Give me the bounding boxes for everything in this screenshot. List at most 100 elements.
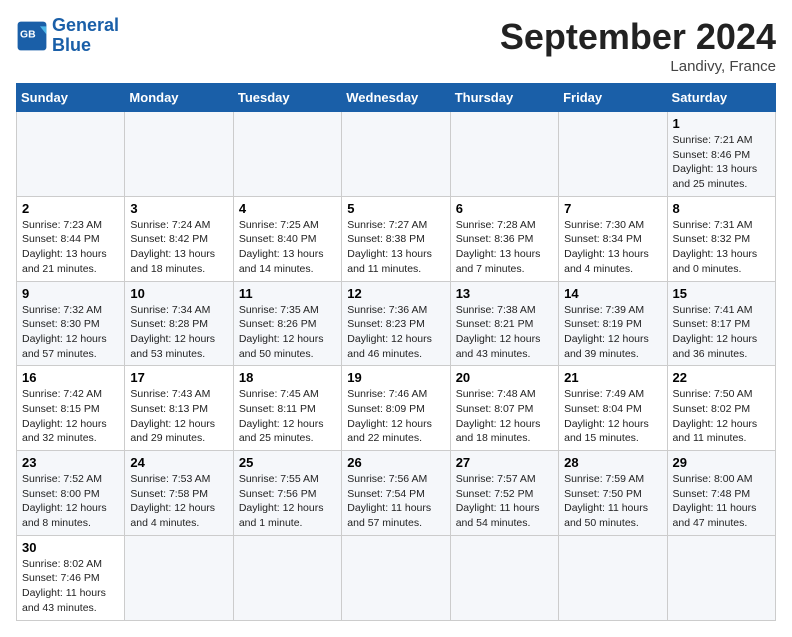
- day-info: Sunrise: 7:25 AMSunset: 8:40 PMDaylight:…: [239, 219, 324, 275]
- calendar-row-4: 16 Sunrise: 7:42 AMSunset: 8:15 PMDaylig…: [17, 366, 776, 451]
- header-saturday: Saturday: [667, 84, 775, 112]
- header-friday: Friday: [559, 84, 667, 112]
- day-info: Sunrise: 7:46 AMSunset: 8:09 PMDaylight:…: [347, 388, 432, 444]
- day-number: 11: [239, 286, 336, 301]
- calendar-cell: 6 Sunrise: 7:28 AMSunset: 8:36 PMDayligh…: [450, 196, 558, 281]
- calendar-cell: 11 Sunrise: 7:35 AMSunset: 8:26 PMDaylig…: [233, 281, 341, 366]
- day-info: Sunrise: 7:50 AMSunset: 8:02 PMDaylight:…: [673, 388, 758, 444]
- logo: GB General Blue: [16, 16, 119, 56]
- calendar-cell: 10 Sunrise: 7:34 AMSunset: 8:28 PMDaylig…: [125, 281, 233, 366]
- day-number: 12: [347, 286, 444, 301]
- day-number: 29: [673, 455, 770, 470]
- calendar-cell: [125, 112, 233, 197]
- calendar-cell: 15 Sunrise: 7:41 AMSunset: 8:17 PMDaylig…: [667, 281, 775, 366]
- day-info: Sunrise: 7:48 AMSunset: 8:07 PMDaylight:…: [456, 388, 541, 444]
- header-tuesday: Tuesday: [233, 84, 341, 112]
- calendar-cell: 19 Sunrise: 7:46 AMSunset: 8:09 PMDaylig…: [342, 366, 450, 451]
- header-monday: Monday: [125, 84, 233, 112]
- day-number: 28: [564, 455, 661, 470]
- day-number: 21: [564, 370, 661, 385]
- day-number: 16: [22, 370, 119, 385]
- day-number: 22: [673, 370, 770, 385]
- calendar-cell: [450, 535, 558, 620]
- day-info: Sunrise: 7:41 AMSunset: 8:17 PMDaylight:…: [673, 304, 758, 360]
- calendar-cell: [559, 535, 667, 620]
- logo-icon: GB: [16, 20, 48, 52]
- page-header: GB General Blue September 2024 Landivy, …: [16, 16, 776, 75]
- day-number: 17: [130, 370, 227, 385]
- day-info: Sunrise: 7:53 AMSunset: 7:58 PMDaylight:…: [130, 473, 215, 529]
- day-number: 13: [456, 286, 553, 301]
- day-number: 14: [564, 286, 661, 301]
- calendar-row-3: 9 Sunrise: 7:32 AMSunset: 8:30 PMDayligh…: [17, 281, 776, 366]
- calendar-cell: 25 Sunrise: 7:55 AMSunset: 7:56 PMDaylig…: [233, 451, 341, 536]
- day-info: Sunrise: 7:24 AMSunset: 8:42 PMDaylight:…: [130, 219, 215, 275]
- day-info: Sunrise: 7:42 AMSunset: 8:15 PMDaylight:…: [22, 388, 107, 444]
- calendar-cell: 22 Sunrise: 7:50 AMSunset: 8:02 PMDaylig…: [667, 366, 775, 451]
- calendar-row-2: 2 Sunrise: 7:23 AMSunset: 8:44 PMDayligh…: [17, 196, 776, 281]
- day-info: Sunrise: 7:21 AMSunset: 8:46 PMDaylight:…: [673, 134, 758, 190]
- day-number: 2: [22, 201, 119, 216]
- calendar-cell: 24 Sunrise: 7:53 AMSunset: 7:58 PMDaylig…: [125, 451, 233, 536]
- calendar-cell: 30 Sunrise: 8:02 AMSunset: 7:46 PMDaylig…: [17, 535, 125, 620]
- day-number: 19: [347, 370, 444, 385]
- calendar-cell: 3 Sunrise: 7:24 AMSunset: 8:42 PMDayligh…: [125, 196, 233, 281]
- calendar-table: Sunday Monday Tuesday Wednesday Thursday…: [16, 83, 776, 621]
- day-number: 23: [22, 455, 119, 470]
- svg-text:GB: GB: [20, 29, 36, 40]
- calendar-cell: [125, 535, 233, 620]
- logo-line2: Blue: [52, 35, 91, 55]
- calendar-cell: 12 Sunrise: 7:36 AMSunset: 8:23 PMDaylig…: [342, 281, 450, 366]
- day-info: Sunrise: 8:02 AMSunset: 7:46 PMDaylight:…: [22, 558, 106, 614]
- day-number: 1: [673, 116, 770, 131]
- calendar-cell: 26 Sunrise: 7:56 AMSunset: 7:54 PMDaylig…: [342, 451, 450, 536]
- calendar-cell: 8 Sunrise: 7:31 AMSunset: 8:32 PMDayligh…: [667, 196, 775, 281]
- month-title: September 2024: [500, 16, 776, 58]
- day-info: Sunrise: 7:52 AMSunset: 8:00 PMDaylight:…: [22, 473, 107, 529]
- day-number: 25: [239, 455, 336, 470]
- calendar-row-5: 23 Sunrise: 7:52 AMSunset: 8:00 PMDaylig…: [17, 451, 776, 536]
- day-info: Sunrise: 7:55 AMSunset: 7:56 PMDaylight:…: [239, 473, 324, 529]
- day-number: 10: [130, 286, 227, 301]
- calendar-cell: 23 Sunrise: 7:52 AMSunset: 8:00 PMDaylig…: [17, 451, 125, 536]
- calendar-cell: [17, 112, 125, 197]
- day-number: 9: [22, 286, 119, 301]
- calendar-cell: 1 Sunrise: 7:21 AMSunset: 8:46 PMDayligh…: [667, 112, 775, 197]
- calendar-cell: 28 Sunrise: 7:59 AMSunset: 7:50 PMDaylig…: [559, 451, 667, 536]
- calendar-cell: [342, 535, 450, 620]
- calendar-cell: 29 Sunrise: 8:00 AMSunset: 7:48 PMDaylig…: [667, 451, 775, 536]
- day-info: Sunrise: 7:31 AMSunset: 8:32 PMDaylight:…: [673, 219, 758, 275]
- calendar-cell: 16 Sunrise: 7:42 AMSunset: 8:15 PMDaylig…: [17, 366, 125, 451]
- day-info: Sunrise: 7:45 AMSunset: 8:11 PMDaylight:…: [239, 388, 324, 444]
- location: Landivy, France: [500, 58, 776, 75]
- calendar-row-1: 1 Sunrise: 7:21 AMSunset: 8:46 PMDayligh…: [17, 112, 776, 197]
- day-info: Sunrise: 7:39 AMSunset: 8:19 PMDaylight:…: [564, 304, 649, 360]
- calendar-cell: 13 Sunrise: 7:38 AMSunset: 8:21 PMDaylig…: [450, 281, 558, 366]
- day-info: Sunrise: 8:00 AMSunset: 7:48 PMDaylight:…: [673, 473, 757, 529]
- calendar-cell: 17 Sunrise: 7:43 AMSunset: 8:13 PMDaylig…: [125, 366, 233, 451]
- calendar-cell: 18 Sunrise: 7:45 AMSunset: 8:11 PMDaylig…: [233, 366, 341, 451]
- calendar-cell: [450, 112, 558, 197]
- calendar-cell: 14 Sunrise: 7:39 AMSunset: 8:19 PMDaylig…: [559, 281, 667, 366]
- logo-line1: General: [52, 15, 119, 35]
- day-info: Sunrise: 7:35 AMSunset: 8:26 PMDaylight:…: [239, 304, 324, 360]
- day-number: 27: [456, 455, 553, 470]
- calendar-cell: [233, 112, 341, 197]
- day-info: Sunrise: 7:57 AMSunset: 7:52 PMDaylight:…: [456, 473, 540, 529]
- day-info: Sunrise: 7:30 AMSunset: 8:34 PMDaylight:…: [564, 219, 649, 275]
- calendar-cell: 2 Sunrise: 7:23 AMSunset: 8:44 PMDayligh…: [17, 196, 125, 281]
- day-info: Sunrise: 7:49 AMSunset: 8:04 PMDaylight:…: [564, 388, 649, 444]
- calendar-cell: 7 Sunrise: 7:30 AMSunset: 8:34 PMDayligh…: [559, 196, 667, 281]
- calendar-cell: 20 Sunrise: 7:48 AMSunset: 8:07 PMDaylig…: [450, 366, 558, 451]
- day-number: 5: [347, 201, 444, 216]
- day-number: 8: [673, 201, 770, 216]
- header-thursday: Thursday: [450, 84, 558, 112]
- calendar-cell: [342, 112, 450, 197]
- day-info: Sunrise: 7:38 AMSunset: 8:21 PMDaylight:…: [456, 304, 541, 360]
- calendar-cell: 27 Sunrise: 7:57 AMSunset: 7:52 PMDaylig…: [450, 451, 558, 536]
- day-number: 7: [564, 201, 661, 216]
- day-info: Sunrise: 7:23 AMSunset: 8:44 PMDaylight:…: [22, 219, 107, 275]
- calendar-cell: 21 Sunrise: 7:49 AMSunset: 8:04 PMDaylig…: [559, 366, 667, 451]
- day-info: Sunrise: 7:28 AMSunset: 8:36 PMDaylight:…: [456, 219, 541, 275]
- calendar-cell: 4 Sunrise: 7:25 AMSunset: 8:40 PMDayligh…: [233, 196, 341, 281]
